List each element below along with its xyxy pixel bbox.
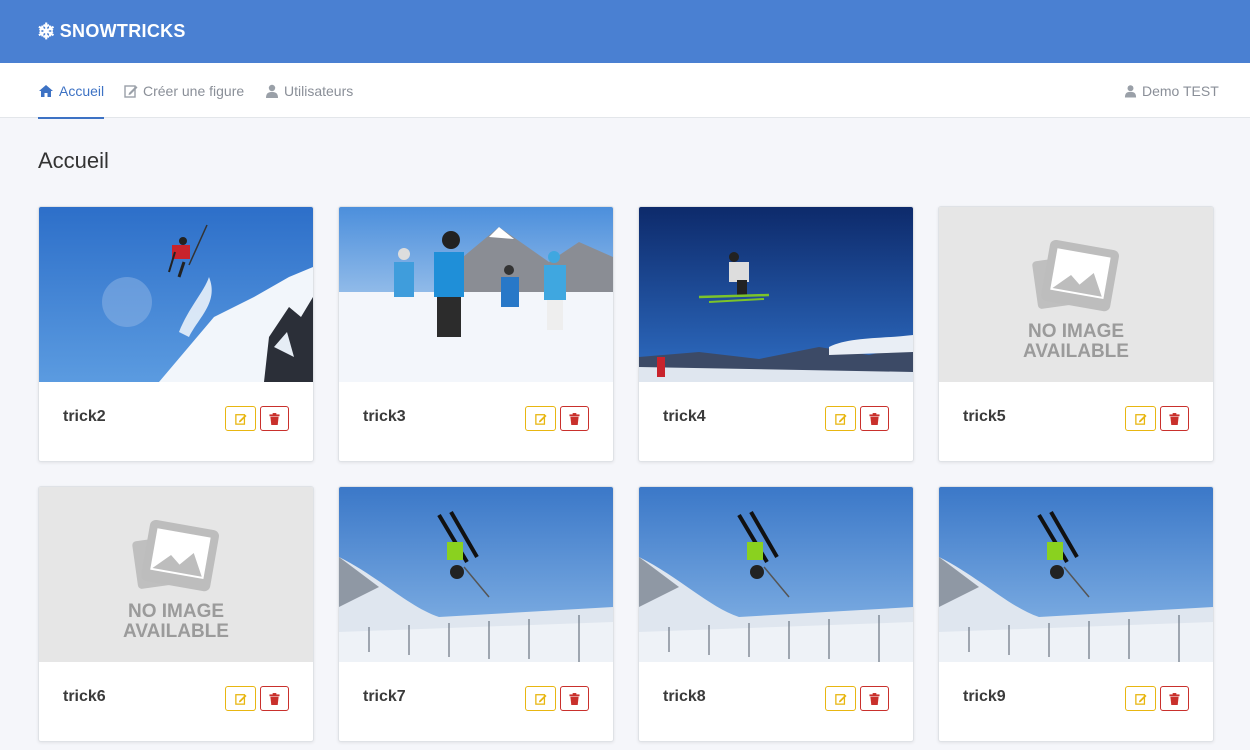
user-icon	[1124, 84, 1137, 97]
nav-item-label: Créer une figure	[143, 82, 245, 99]
brand-logo[interactable]: ❄ SNOWTRICKS	[37, 18, 186, 44]
trash-icon	[569, 692, 580, 705]
user-icon	[266, 84, 278, 98]
trick-title[interactable]: trick6	[63, 688, 106, 706]
placeholder-line1: NO IMAGE	[128, 601, 224, 622]
edit-button[interactable]	[525, 686, 556, 711]
edit-button[interactable]	[1125, 686, 1156, 711]
trick-card[interactable]: trick3	[338, 206, 614, 462]
edit-icon	[1134, 693, 1147, 705]
edit-button[interactable]	[825, 406, 856, 431]
placeholder-line2: AVAILABLE	[1023, 341, 1129, 362]
trick-image[interactable]	[339, 207, 613, 382]
placeholder-line2: AVAILABLE	[123, 621, 229, 642]
edit-icon	[234, 693, 247, 705]
edit-button[interactable]	[225, 686, 256, 711]
user-menu[interactable]: Demo TEST	[1124, 63, 1219, 118]
trick-title[interactable]: trick9	[963, 688, 1006, 706]
delete-button[interactable]	[260, 406, 289, 431]
trick-title[interactable]: trick4	[663, 408, 706, 426]
delete-button[interactable]	[560, 686, 589, 711]
edit-icon	[834, 693, 847, 705]
edit-button[interactable]	[525, 406, 556, 431]
delete-button[interactable]	[260, 686, 289, 711]
trick-card[interactable]: NO IMAGE AVAILABLE trick6	[38, 486, 314, 742]
edit-icon	[234, 413, 247, 425]
delete-button[interactable]	[560, 406, 589, 431]
delete-button[interactable]	[1160, 406, 1189, 431]
trick-card[interactable]: trick7	[338, 486, 614, 742]
user-name: Demo TEST	[1142, 82, 1219, 99]
nav-item-home[interactable]: Accueil	[38, 63, 105, 119]
trash-icon	[1169, 412, 1180, 425]
trick-title[interactable]: trick8	[663, 688, 706, 706]
trick-card[interactable]: trick4	[638, 206, 914, 462]
edit-button[interactable]	[1125, 406, 1156, 431]
trick-image[interactable]	[39, 207, 313, 382]
trash-icon	[569, 412, 580, 425]
edit-icon	[534, 693, 547, 705]
page-title: Accueil	[38, 148, 109, 173]
delete-button[interactable]	[860, 406, 889, 431]
top-bar: ❄ SNOWTRICKS	[0, 0, 1250, 63]
no-image-placeholder[interactable]: NO IMAGE AVAILABLE	[39, 487, 313, 662]
nav-item-label: Utilisateurs	[284, 82, 354, 99]
main-nav: Accueil Créer une figure Utilisateurs De…	[0, 63, 1250, 119]
delete-button[interactable]	[860, 686, 889, 711]
snowflake-icon: ❄	[37, 18, 56, 44]
trick-card[interactable]: trick8	[638, 486, 914, 742]
home-icon	[39, 84, 53, 97]
edit-icon	[834, 413, 847, 425]
trash-icon	[869, 692, 880, 705]
trick-card[interactable]: trick9	[938, 486, 1214, 742]
edit-button[interactable]	[825, 686, 856, 711]
placeholder-line1: NO IMAGE	[1028, 321, 1124, 342]
trick-image[interactable]	[939, 487, 1213, 662]
no-image-placeholder[interactable]: NO IMAGE AVAILABLE	[939, 207, 1213, 382]
trash-icon	[269, 692, 280, 705]
brand-name: SNOWTRICKS	[59, 21, 186, 41]
trash-icon	[869, 412, 880, 425]
trick-title[interactable]: trick7	[363, 688, 406, 706]
trick-title[interactable]: trick2	[63, 408, 106, 426]
trick-image[interactable]	[639, 487, 913, 662]
trash-icon	[1169, 692, 1180, 705]
trick-card[interactable]: NO IMAGE AVAILABLE trick5	[938, 206, 1214, 462]
edit-icon	[1134, 413, 1147, 425]
trick-card[interactable]: trick2	[38, 206, 314, 462]
nav-item-users[interactable]: Utilisateurs	[265, 63, 353, 118]
trick-title[interactable]: trick3	[363, 408, 406, 426]
edit-icon	[534, 413, 547, 425]
trick-image[interactable]	[339, 487, 613, 662]
trash-icon	[269, 412, 280, 425]
trick-title[interactable]: trick5	[963, 408, 1006, 426]
edit-button[interactable]	[225, 406, 256, 431]
edit-icon	[124, 84, 138, 98]
trick-image[interactable]	[639, 207, 913, 382]
nav-item-label: Accueil	[59, 82, 105, 99]
delete-button[interactable]	[1160, 686, 1189, 711]
nav-item-create-trick[interactable]: Créer une figure	[124, 63, 244, 118]
